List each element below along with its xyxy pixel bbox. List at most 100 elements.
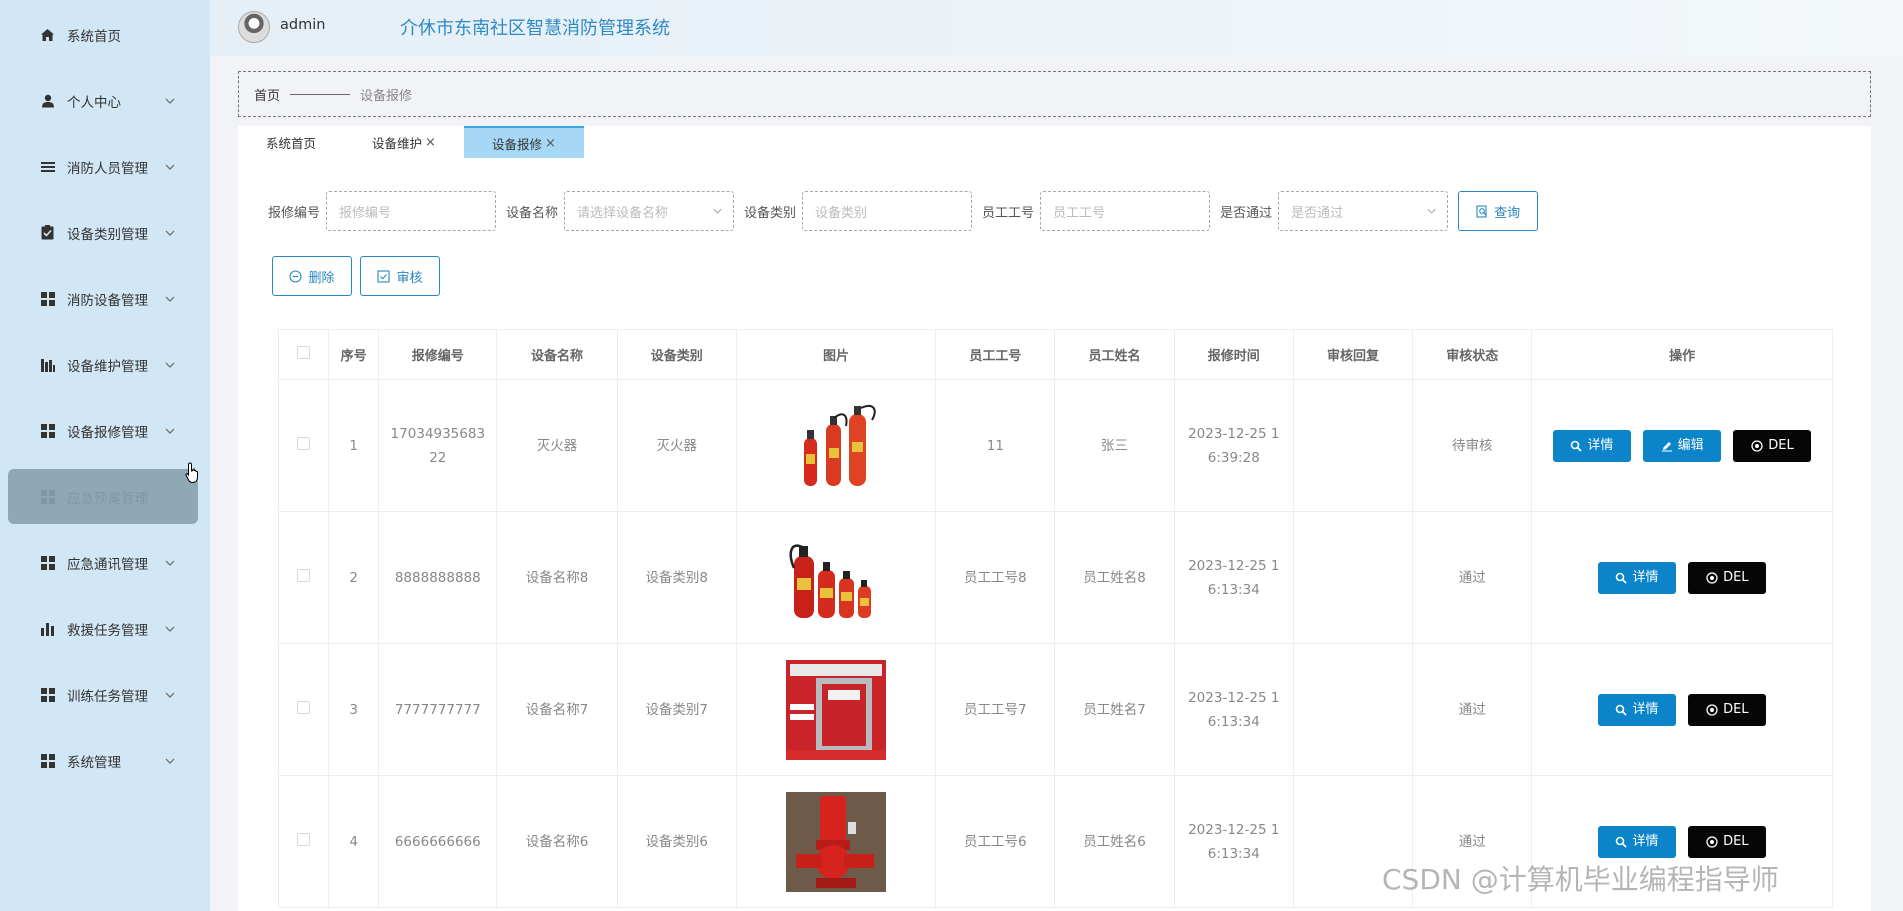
sidebar-item-firefighters[interactable]: 消防人员管理 <box>8 139 198 194</box>
cell-staff-no: 员工工号6 <box>935 775 1056 908</box>
column-header: 设备类别 <box>617 329 737 380</box>
row-select-cell <box>278 379 330 512</box>
row-checkbox[interactable] <box>297 700 311 714</box>
hydrant-cabinet-image <box>786 659 887 760</box>
del-label: DEL <box>1723 701 1749 717</box>
audit-button[interactable]: 审核 <box>360 256 440 296</box>
detail-button[interactable]: 详情 <box>1598 693 1676 726</box>
input-placeholder: 设备类别 <box>815 205 868 221</box>
chevron-down-icon <box>165 164 175 170</box>
detail-label: 详情 <box>1632 701 1659 717</box>
del-button[interactable]: DEL <box>1688 561 1767 594</box>
tab-repair[interactable]: 设备报修 × <box>463 126 584 158</box>
cell-index: 3 <box>328 643 380 776</box>
del-label: DEL <box>1723 569 1749 585</box>
close-icon[interactable]: × <box>425 135 436 150</box>
device-type-input[interactable]: 设备类别 <box>802 191 973 231</box>
row-checkbox[interactable] <box>297 832 311 846</box>
search-icon <box>1616 572 1628 584</box>
sidebar-item-label: 设备类别管理 <box>67 226 148 243</box>
tab-home[interactable]: 系统首页 <box>238 126 344 158</box>
device-name-select[interactable]: 请选择设备名称 <box>564 191 735 231</box>
search-label-device-type: 设备类别 <box>744 205 797 221</box>
tab-label: 系统首页 <box>266 135 317 151</box>
cell-repair-no: 7777777777 <box>378 643 498 776</box>
detail-label: 详情 <box>1632 833 1659 849</box>
username[interactable]: admin <box>280 17 325 33</box>
detail-button[interactable]: 详情 <box>1598 825 1676 858</box>
sidebar-item-label: 设备报修管理 <box>67 424 148 441</box>
avatar[interactable] <box>238 11 270 43</box>
del-button[interactable]: DEL <box>1733 429 1812 462</box>
check-square-icon <box>377 269 391 283</box>
detail-button[interactable]: 详情 <box>1598 561 1676 594</box>
fire-extinguisher-image <box>786 527 887 628</box>
sidebar-item-training[interactable]: 训练任务管理 <box>8 667 198 722</box>
cell-device-type: 设备类别6 <box>617 775 737 908</box>
sidebar-item-label: 救援任务管理 <box>67 622 148 639</box>
search-icon <box>1476 204 1487 218</box>
bar-chart-icon <box>40 357 55 372</box>
del-button[interactable]: DEL <box>1688 693 1767 726</box>
sidebar-item-emergency-comm[interactable]: 应急通讯管理 <box>8 535 198 590</box>
main-content: 系统首页 设备维护 × 设备报修 × 报修编号 报修编号 设备名称 请选择设备名称 … <box>238 126 1871 911</box>
row-select-cell <box>278 511 330 644</box>
chevron-down-icon <box>165 362 175 368</box>
cell-time: 2023-12-25 16:13:34 <box>1174 511 1294 644</box>
cell-device-name: 设备名称7 <box>496 643 618 776</box>
sidebar-item-label: 系统管理 <box>67 754 121 771</box>
chevron-down-icon <box>165 626 175 632</box>
cell-index: 1 <box>328 379 380 512</box>
row-checkbox[interactable] <box>297 436 311 450</box>
input-placeholder: 是否通过 <box>1291 205 1344 221</box>
sidebar-item-system[interactable]: 系统管理 <box>8 733 198 788</box>
column-header: 员工工号 <box>935 329 1056 380</box>
del-label: DEL <box>1768 437 1794 453</box>
cell-staff-name: 张三 <box>1054 379 1175 512</box>
sidebar-item-device-types[interactable]: 设备类别管理 <box>8 205 198 260</box>
del-button[interactable]: DEL <box>1688 825 1767 858</box>
edit-button[interactable]: 编辑 <box>1643 429 1722 462</box>
repair-table: 序号 报修编号 设备名称 设备类别 图片 员工工号 员工姓名 报修时间 审核回复… <box>278 329 1833 908</box>
repair-no-text: 1703493568322 <box>390 425 486 466</box>
sidebar-item-rescue[interactable]: 救援任务管理 <box>8 601 198 656</box>
input-placeholder: 员工工号 <box>1053 205 1106 221</box>
chevron-down-icon <box>165 758 175 764</box>
staff-no-input[interactable]: 员工工号 <box>1040 191 1211 231</box>
top-header: admin 介休市东南社区智慧消防管理系统 <box>210 0 1903 56</box>
cell-device-name: 设备名称6 <box>496 775 618 908</box>
detail-button[interactable]: 详情 <box>1552 429 1631 462</box>
time-text: 2023-12-25 16:13:34 <box>1188 689 1280 730</box>
row-checkbox[interactable] <box>297 568 311 582</box>
sidebar-item-label: 应急通讯管理 <box>67 556 148 573</box>
select-all-cell <box>278 329 330 380</box>
cell-status: 通过 <box>1412 643 1533 776</box>
tab-label: 设备报修 <box>491 136 542 152</box>
delete-button[interactable]: 删除 <box>272 256 352 296</box>
close-circle-icon <box>1706 835 1718 848</box>
cell-ops: 详情 DEL <box>1531 511 1833 644</box>
detail-label: 详情 <box>1587 437 1614 453</box>
cell-image <box>736 511 937 644</box>
sidebar-item-home[interactable]: 系统首页 <box>8 7 198 62</box>
select-all-checkbox[interactable] <box>297 346 311 359</box>
sidebar-item-fire-devices[interactable]: 消防设备管理 <box>8 271 198 326</box>
chevron-down-icon <box>165 98 175 104</box>
cell-device-type: 设备类别7 <box>617 643 737 776</box>
sidebar-item-repair[interactable]: 设备报修管理 <box>8 403 198 458</box>
approved-select[interactable]: 是否通过 <box>1278 191 1449 231</box>
query-button[interactable]: 查询 <box>1458 191 1539 231</box>
sidebar-item-profile[interactable]: 个人中心 <box>8 73 198 128</box>
sidebar-item-maintenance[interactable]: 设备维护管理 <box>8 337 198 392</box>
action-bar: 删除 审核 <box>272 256 448 296</box>
breadcrumb-home[interactable]: 首页 <box>254 85 280 104</box>
time-text: 2023-12-25 16:13:34 <box>1188 557 1280 598</box>
tab-maintenance[interactable]: 设备维护 × <box>344 126 464 158</box>
sidebar-item-emergency-plans[interactable]: 应急预案管理 <box>8 469 198 524</box>
cell-image <box>736 379 937 512</box>
close-icon[interactable]: × <box>545 136 556 151</box>
repair-no-input[interactable]: 报修编号 <box>326 191 497 231</box>
row-select-cell <box>278 775 330 908</box>
table-header-row: 序号 报修编号 设备名称 设备类别 图片 员工工号 员工姓名 报修时间 审核回复… <box>278 329 1833 380</box>
sidebar-item-label: 训练任务管理 <box>67 688 148 705</box>
